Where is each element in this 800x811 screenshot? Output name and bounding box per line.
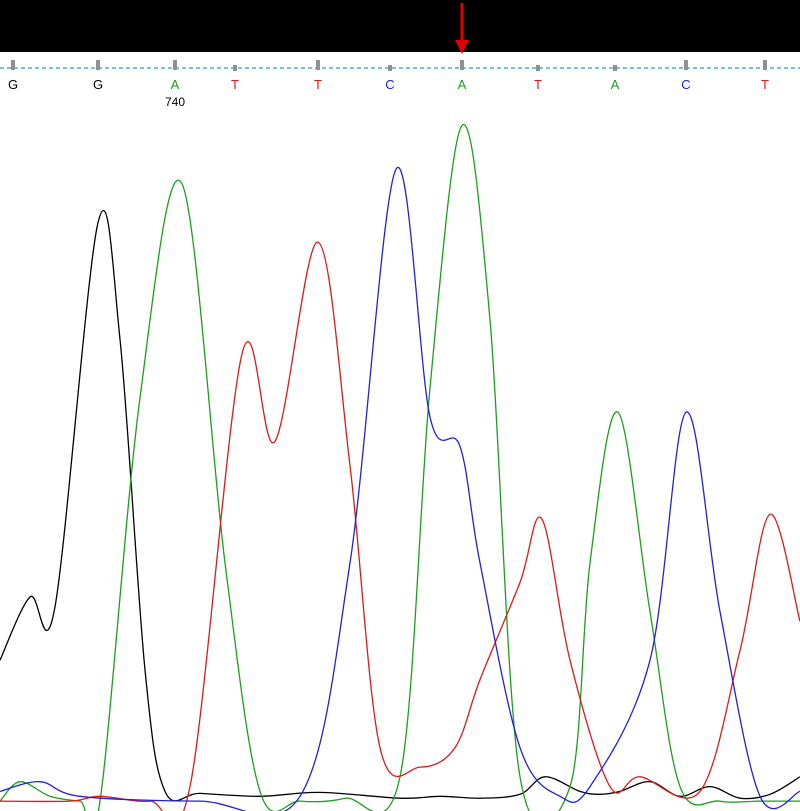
base-call-A: A: [611, 77, 620, 92]
base-tick: [763, 60, 767, 70]
base-call-T: T: [314, 77, 322, 92]
position-labels: 740: [165, 95, 185, 109]
base-tick: [613, 65, 617, 71]
base-call-G: G: [93, 77, 103, 92]
base-tick: [173, 60, 177, 70]
base-tick: [388, 65, 392, 71]
base-tick: [536, 65, 540, 71]
base-call-C: C: [681, 77, 690, 92]
position-label: 740: [165, 95, 185, 109]
trace-G: [0, 209, 800, 802]
traces: [0, 123, 800, 811]
base-call-C: C: [385, 77, 394, 92]
base-ticks: [11, 60, 767, 71]
base-tick: [96, 60, 100, 70]
arrow-head: [455, 40, 469, 54]
base-tick: [233, 65, 237, 71]
chromatogram: G G A T T C A T A C T 740: [0, 3, 800, 811]
base-call-T: T: [761, 77, 769, 92]
trace-C: [0, 166, 800, 811]
trace-A: [0, 123, 800, 811]
base-tick: [460, 60, 464, 70]
down-arrow-icon: [455, 3, 469, 54]
base-tick: [11, 60, 15, 70]
base-call-A: A: [458, 77, 467, 92]
base-call-A: A: [171, 77, 180, 92]
base-tick: [684, 60, 688, 70]
base-call-T: T: [534, 77, 542, 92]
trace-T: [0, 241, 800, 811]
base-call-row: GGATTCATACT: [8, 77, 769, 92]
base-call-G: G: [8, 77, 18, 92]
base-tick: [316, 60, 320, 70]
base-call-T: T: [231, 77, 239, 92]
